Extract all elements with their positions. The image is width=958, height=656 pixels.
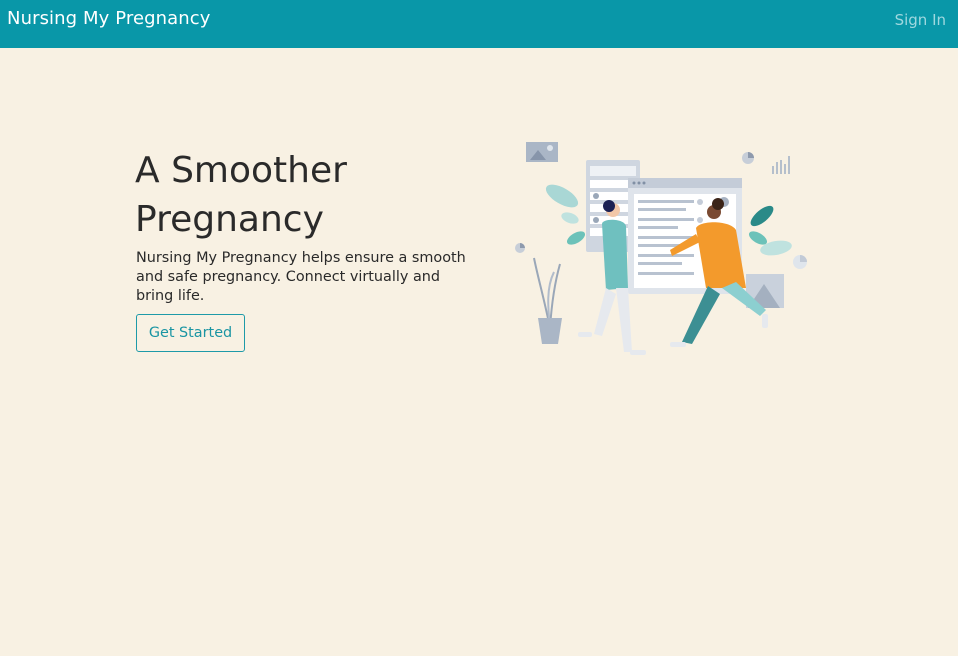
get-started-button[interactable]: Get Started bbox=[136, 314, 245, 352]
hero-description: Nursing My Pregnancy helps ensure a smoo… bbox=[136, 250, 466, 304]
bar-chart-icon bbox=[772, 156, 790, 174]
hero-illustration bbox=[515, 142, 807, 355]
leaves-right-icon bbox=[748, 205, 792, 256]
small-pie-right-icon bbox=[793, 255, 807, 269]
potted-plant-icon bbox=[533, 257, 562, 344]
pie-chart-icon bbox=[742, 152, 754, 164]
brand-logo-text[interactable]: Nursing My Pregnancy bbox=[7, 8, 211, 29]
picture-frame-icon bbox=[526, 142, 558, 162]
leaves-left-icon bbox=[545, 184, 586, 245]
sign-in-link[interactable]: Sign In bbox=[895, 11, 946, 29]
small-pie-icon bbox=[515, 243, 525, 253]
hero-title: A Smoother Pregnancy bbox=[135, 150, 347, 240]
top-navbar: Nursing My Pregnancy Sign In bbox=[0, 0, 958, 48]
